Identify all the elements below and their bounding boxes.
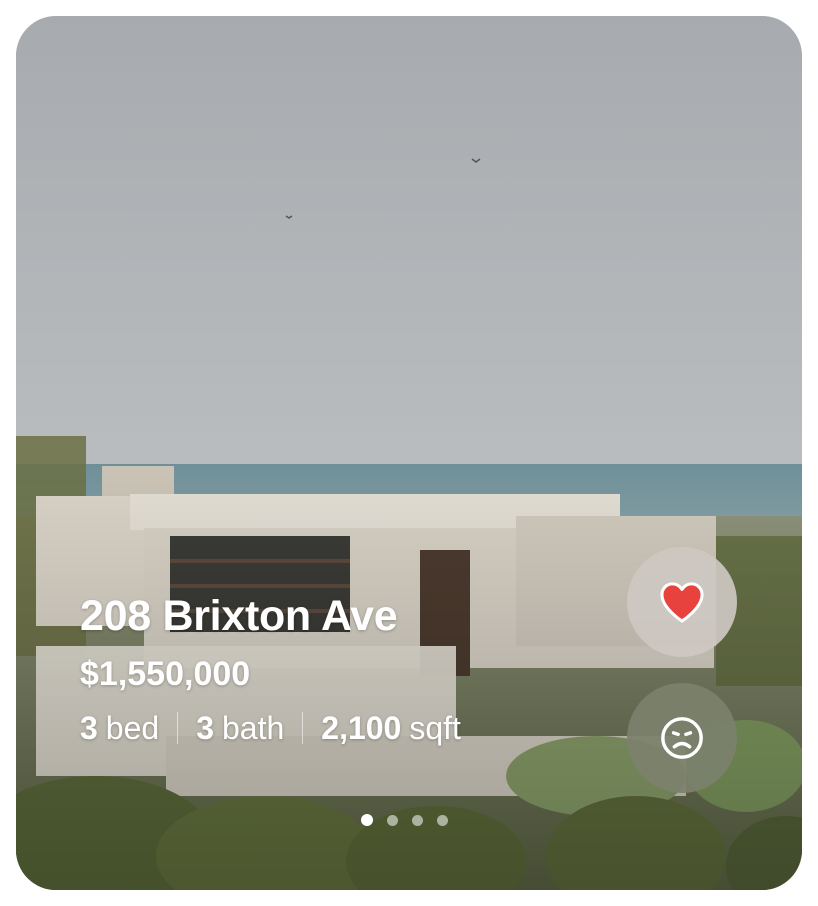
baths-stat: 3 bath	[196, 708, 284, 748]
like-button[interactable]	[627, 547, 737, 657]
listing-card[interactable]: 208 Brixton Ave $1,550,000 3 bed 3 bath 2,…	[16, 16, 802, 890]
area-stat: 2,100 sqft	[321, 708, 461, 748]
area-value: 2,100	[321, 710, 402, 746]
stat-divider	[302, 712, 304, 744]
beds-unit: bed	[105, 710, 160, 746]
stat-divider	[177, 712, 179, 744]
baths-value: 3	[196, 710, 214, 746]
pagination-dot-1[interactable]	[361, 814, 373, 826]
heart-icon	[660, 582, 704, 623]
listing-price: $1,550,000	[80, 655, 251, 693]
pagination-dot-2[interactable]	[387, 814, 398, 826]
listing-stats: 3 bed 3 bath 2,100 sqft	[80, 708, 461, 748]
listing-info: 208 Brixton Ave $1,550,000 3 bed 3 bath 2,…	[80, 590, 461, 748]
beds-value: 3	[80, 710, 98, 746]
baths-unit: bath	[221, 710, 285, 746]
listing-address: 208 Brixton Ave	[80, 592, 398, 640]
pagination-dot-3[interactable]	[412, 814, 423, 826]
beds-stat: 3 bed	[80, 708, 159, 748]
photo-pagination	[361, 814, 448, 826]
dislike-button[interactable]	[627, 683, 737, 793]
area-unit: sqft	[409, 710, 461, 746]
pagination-dot-4[interactable]	[437, 814, 448, 826]
sad-face-icon	[661, 717, 703, 759]
